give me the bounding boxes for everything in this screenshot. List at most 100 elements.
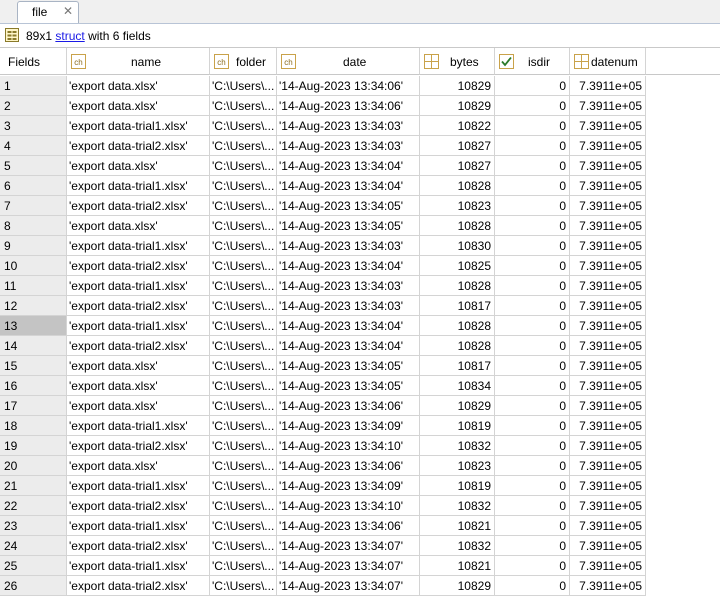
- cell-isdir[interactable]: 0: [495, 576, 570, 596]
- cell-folder[interactable]: 'C:\Users\...: [210, 136, 277, 156]
- cell-isdir[interactable]: 0: [495, 136, 570, 156]
- cell-folder[interactable]: 'C:\Users\...: [210, 176, 277, 196]
- cell-name[interactable]: 'export data.xlsx': [67, 456, 210, 476]
- cell-folder[interactable]: 'C:\Users\...: [210, 256, 277, 276]
- cell-datenum[interactable]: 7.3911e+05: [570, 376, 646, 396]
- cell-datenum[interactable]: 7.3911e+05: [570, 236, 646, 256]
- cell-isdir[interactable]: 0: [495, 436, 570, 456]
- cell-date[interactable]: '14-Aug-2023 13:34:10': [277, 436, 420, 456]
- cell-datenum[interactable]: 7.3911e+05: [570, 96, 646, 116]
- cell-isdir[interactable]: 0: [495, 496, 570, 516]
- cell-datenum[interactable]: 7.3911e+05: [570, 136, 646, 156]
- row-header[interactable]: 14: [0, 336, 67, 356]
- row-header[interactable]: 12: [0, 296, 67, 316]
- cell-bytes[interactable]: 10829: [420, 96, 495, 116]
- cell-bytes[interactable]: 10829: [420, 576, 495, 596]
- cell-name[interactable]: 'export data-trial2.xlsx': [67, 296, 210, 316]
- cell-folder[interactable]: 'C:\Users\...: [210, 416, 277, 436]
- row-header[interactable]: 13: [0, 316, 67, 336]
- cell-bytes[interactable]: 10828: [420, 216, 495, 236]
- cell-bytes[interactable]: 10821: [420, 556, 495, 576]
- cell-folder[interactable]: 'C:\Users\...: [210, 576, 277, 596]
- cell-isdir[interactable]: 0: [495, 476, 570, 496]
- cell-isdir[interactable]: 0: [495, 316, 570, 336]
- cell-datenum[interactable]: 7.3911e+05: [570, 456, 646, 476]
- cell-name[interactable]: 'export data.xlsx': [67, 356, 210, 376]
- row-header[interactable]: 8: [0, 216, 67, 236]
- cell-date[interactable]: '14-Aug-2023 13:34:05': [277, 196, 420, 216]
- cell-bytes[interactable]: 10828: [420, 276, 495, 296]
- row-header[interactable]: 21: [0, 476, 67, 496]
- cell-name[interactable]: 'export data-trial2.xlsx': [67, 336, 210, 356]
- cell-name[interactable]: 'export data.xlsx': [67, 376, 210, 396]
- row-header[interactable]: 3: [0, 116, 67, 136]
- column-header-fields[interactable]: Fields: [0, 48, 67, 75]
- cell-folder[interactable]: 'C:\Users\...: [210, 156, 277, 176]
- cell-name[interactable]: 'export data.xlsx': [67, 96, 210, 116]
- cell-bytes[interactable]: 10822: [420, 116, 495, 136]
- cell-datenum[interactable]: 7.3911e+05: [570, 216, 646, 236]
- cell-datenum[interactable]: 7.3911e+05: [570, 536, 646, 556]
- cell-datenum[interactable]: 7.3911e+05: [570, 276, 646, 296]
- cell-bytes[interactable]: 10828: [420, 316, 495, 336]
- cell-datenum[interactable]: 7.3911e+05: [570, 256, 646, 276]
- cell-date[interactable]: '14-Aug-2023 13:34:10': [277, 496, 420, 516]
- row-header[interactable]: 7: [0, 196, 67, 216]
- cell-date[interactable]: '14-Aug-2023 13:34:04': [277, 256, 420, 276]
- column-header-date[interactable]: ch date: [277, 48, 420, 75]
- cell-datenum[interactable]: 7.3911e+05: [570, 76, 646, 96]
- cell-folder[interactable]: 'C:\Users\...: [210, 396, 277, 416]
- cell-datenum[interactable]: 7.3911e+05: [570, 356, 646, 376]
- cell-bytes[interactable]: 10832: [420, 536, 495, 556]
- cell-date[interactable]: '14-Aug-2023 13:34:03': [277, 116, 420, 136]
- cell-datenum[interactable]: 7.3911e+05: [570, 296, 646, 316]
- cell-name[interactable]: 'export data-trial2.xlsx': [67, 496, 210, 516]
- column-header-folder[interactable]: ch folder: [210, 48, 277, 75]
- cell-date[interactable]: '14-Aug-2023 13:34:06': [277, 96, 420, 116]
- cell-datenum[interactable]: 7.3911e+05: [570, 416, 646, 436]
- cell-date[interactable]: '14-Aug-2023 13:34:05': [277, 356, 420, 376]
- cell-folder[interactable]: 'C:\Users\...: [210, 296, 277, 316]
- column-header-isdir[interactable]: isdir: [495, 48, 570, 75]
- row-header[interactable]: 5: [0, 156, 67, 176]
- cell-folder[interactable]: 'C:\Users\...: [210, 556, 277, 576]
- row-header[interactable]: 2: [0, 96, 67, 116]
- cell-isdir[interactable]: 0: [495, 356, 570, 376]
- cell-date[interactable]: '14-Aug-2023 13:34:04': [277, 156, 420, 176]
- cell-date[interactable]: '14-Aug-2023 13:34:05': [277, 216, 420, 236]
- cell-name[interactable]: 'export data.xlsx': [67, 216, 210, 236]
- cell-datenum[interactable]: 7.3911e+05: [570, 116, 646, 136]
- cell-date[interactable]: '14-Aug-2023 13:34:09': [277, 476, 420, 496]
- cell-datenum[interactable]: 7.3911e+05: [570, 396, 646, 416]
- row-header[interactable]: 11: [0, 276, 67, 296]
- cell-bytes[interactable]: 10827: [420, 136, 495, 156]
- cell-bytes[interactable]: 10823: [420, 456, 495, 476]
- cell-date[interactable]: '14-Aug-2023 13:34:03': [277, 136, 420, 156]
- cell-isdir[interactable]: 0: [495, 96, 570, 116]
- cell-name[interactable]: 'export data.xlsx': [67, 76, 210, 96]
- cell-datenum[interactable]: 7.3911e+05: [570, 556, 646, 576]
- cell-date[interactable]: '14-Aug-2023 13:34:06': [277, 516, 420, 536]
- cell-date[interactable]: '14-Aug-2023 13:34:06': [277, 76, 420, 96]
- cell-isdir[interactable]: 0: [495, 116, 570, 136]
- cell-name[interactable]: 'export data-trial2.xlsx': [67, 536, 210, 556]
- cell-date[interactable]: '14-Aug-2023 13:34:03': [277, 276, 420, 296]
- column-header-datenum[interactable]: datenum: [570, 48, 646, 75]
- cell-folder[interactable]: 'C:\Users\...: [210, 76, 277, 96]
- cell-datenum[interactable]: 7.3911e+05: [570, 576, 646, 596]
- cell-date[interactable]: '14-Aug-2023 13:34:06': [277, 396, 420, 416]
- cell-isdir[interactable]: 0: [495, 276, 570, 296]
- row-header[interactable]: 6: [0, 176, 67, 196]
- cell-date[interactable]: '14-Aug-2023 13:34:03': [277, 236, 420, 256]
- cell-bytes[interactable]: 10834: [420, 376, 495, 396]
- cell-name[interactable]: 'export data-trial1.xlsx': [67, 176, 210, 196]
- cell-bytes[interactable]: 10825: [420, 256, 495, 276]
- cell-folder[interactable]: 'C:\Users\...: [210, 216, 277, 236]
- cell-bytes[interactable]: 10832: [420, 436, 495, 456]
- struct-link[interactable]: struct: [55, 29, 84, 43]
- cell-isdir[interactable]: 0: [495, 516, 570, 536]
- row-header[interactable]: 15: [0, 356, 67, 376]
- cell-name[interactable]: 'export data-trial2.xlsx': [67, 136, 210, 156]
- cell-bytes[interactable]: 10828: [420, 336, 495, 356]
- cell-datenum[interactable]: 7.3911e+05: [570, 176, 646, 196]
